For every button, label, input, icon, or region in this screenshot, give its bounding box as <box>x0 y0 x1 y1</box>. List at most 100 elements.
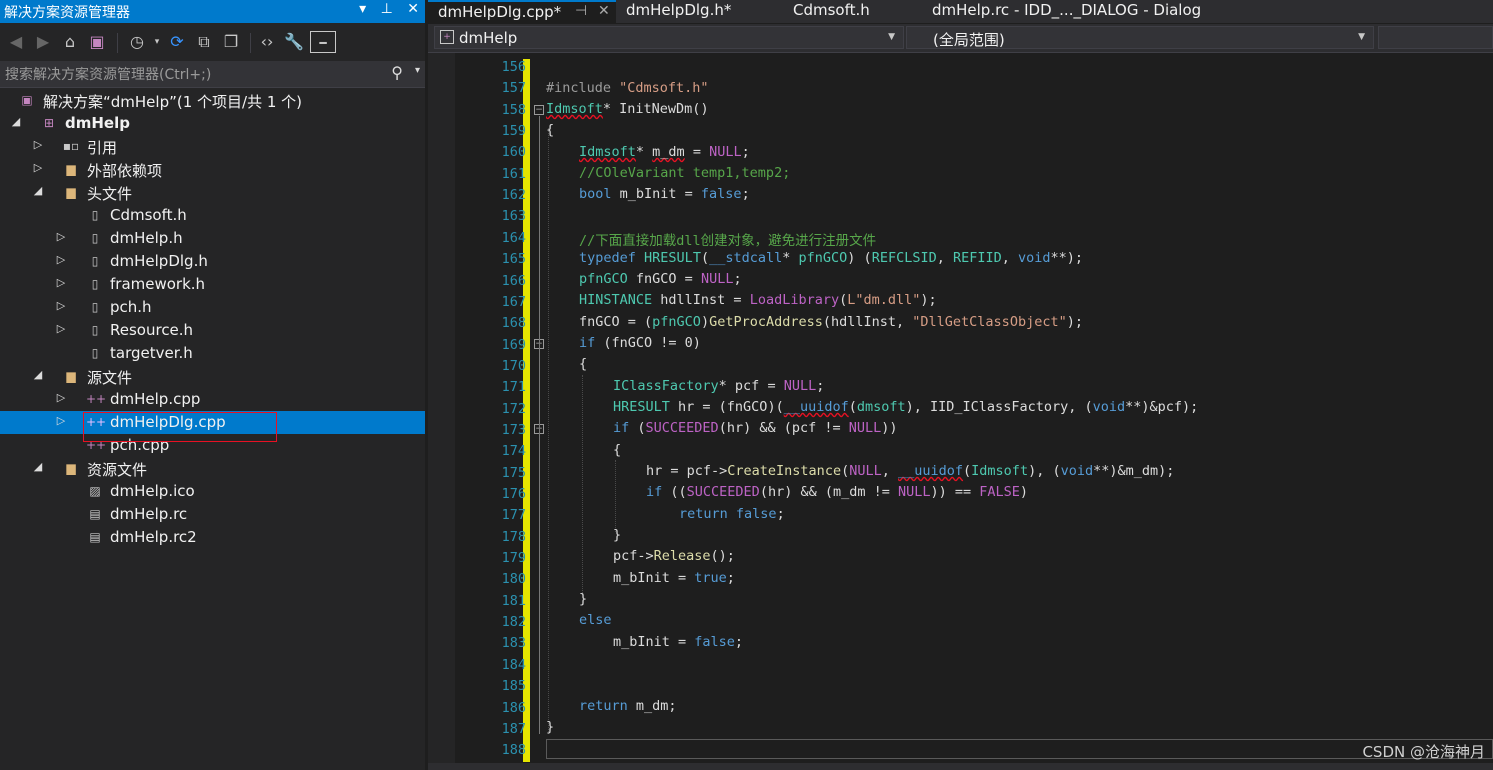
line-number: 156 <box>501 59 526 75</box>
code-editor[interactable]: 156 157 158 159 160 161 162 163 164 165 166 167 168 1… <box>428 53 1493 763</box>
line-number: 178 <box>501 528 526 545</box>
properties-wrench-icon[interactable]: 🔧 <box>283 31 305 53</box>
tree-file-item[interactable]: ▷ ▯ Resource.h <box>0 319 425 342</box>
header-file-icon: ▯ <box>91 208 99 222</box>
code-line: HINSTANCE hdllInst = LoadLibrary(L"dm.dl… <box>579 292 937 308</box>
resource-file-icon: ▤ <box>89 530 101 544</box>
folder-icon: ▆ <box>66 369 76 383</box>
home-icon[interactable]: ⌂ <box>59 31 81 53</box>
pending-changes-filter-icon[interactable]: ◷ <box>126 31 148 53</box>
tree-file-item[interactable]: ▨ dmHelp.ico <box>0 480 425 503</box>
line-number: 162 <box>501 187 526 204</box>
line-number: 160 <box>501 144 526 161</box>
solution-search-box[interactable]: 搜索解决方案资源管理器(Ctrl+;) ⚲ ▾ <box>0 61 425 88</box>
collapsed-arrow-icon[interactable]: ▷ <box>55 322 67 335</box>
tree-file-item[interactable]: ▤ dmHelp.rc2 <box>0 526 425 549</box>
close-icon[interactable]: ✕ <box>598 3 610 19</box>
tab-dmhelpdlg-h[interactable]: dmHelpDlg.h* <box>616 0 776 23</box>
pin-icon[interactable]: ⊥ <box>381 1 393 17</box>
tab-cdmsoft-h[interactable]: Cdmsoft.h <box>783 0 913 23</box>
collapsed-arrow-icon[interactable]: ▷ <box>55 391 67 404</box>
code-line: HRESULT hr = (fnGCO)(__uuidof(dmsoft), I… <box>613 399 1199 415</box>
tree-file-item[interactable]: ▯ targetver.h <box>0 342 425 365</box>
current-line-highlight <box>546 739 1493 759</box>
line-number: 169 <box>501 336 526 353</box>
search-input[interactable]: 搜索解决方案资源管理器(Ctrl+;) <box>5 64 211 84</box>
code-line: m_bInit = true; <box>613 570 735 586</box>
forward-icon[interactable]: ▶ <box>32 31 54 53</box>
tree-file-item[interactable]: ▷ ▯ pch.h <box>0 296 425 319</box>
line-number: 187 <box>501 720 526 737</box>
collapsed-arrow-icon[interactable]: ▷ <box>55 414 67 427</box>
project-icon: ⊞ <box>43 116 55 130</box>
tree-file-item[interactable]: ▷ ▯ framework.h <box>0 273 425 296</box>
close-icon[interactable]: ✕ <box>407 1 419 17</box>
expanded-arrow-icon[interactable]: ◢ <box>32 184 44 197</box>
expanded-arrow-icon[interactable]: ◢ <box>32 460 44 473</box>
switch-views-icon[interactable]: ▣ <box>86 31 108 53</box>
project-dropdown[interactable]: + dmHelp ▼ <box>434 26 904 49</box>
collapsed-arrow-icon[interactable]: ▷ <box>55 299 67 312</box>
header-file-icon: ▯ <box>91 231 99 245</box>
back-icon[interactable]: ◀ <box>5 31 27 53</box>
tree-file-item[interactable]: ▷ ▯ dmHelpDlg.h <box>0 250 425 273</box>
pin-icon[interactable]: ⊣ <box>575 3 587 19</box>
resource-file-icon: ▤ <box>89 507 101 521</box>
tab-dmhelp-rc-dialog[interactable]: dmHelp.rc - IDD_..._DIALOG - Dialog <box>922 0 1222 23</box>
expanded-arrow-icon[interactable]: ◢ <box>10 115 22 128</box>
collapse-icon[interactable]: − <box>534 105 544 115</box>
tree-external-deps-node[interactable]: ▷ ▆ 外部依赖项 <box>0 158 425 181</box>
document-tabs: dmHelpDlg.cpp* ⊣ ✕ dmHelpDlg.h* Cdmsoft.… <box>428 0 1493 23</box>
tree-file-item[interactable]: ▷ ▯ dmHelp.h <box>0 227 425 250</box>
chevron-down-icon: ▼ <box>1358 32 1365 42</box>
tree-solution-node[interactable]: ▣ 解决方案“dmHelp”(1 个项目/共 1 个) <box>0 89 425 112</box>
tree-references-node[interactable]: ▷ ▪▫ 引用 <box>0 135 425 158</box>
line-number: 183 <box>501 635 526 652</box>
chevron-down-icon[interactable]: ▾ <box>146 31 168 53</box>
tree-file-item[interactable]: ▷ ++ dmHelp.cpp <box>0 388 425 411</box>
solution-explorer-panel: 解决方案资源管理器 ▾ ⊥ ✕ ◀ ▶ ⌂ ▣ ◷ ▾ ⟳ ⧉ ❐ ‹› 🔧 ━… <box>0 0 425 770</box>
panel-title: 解决方案资源管理器 <box>4 5 130 21</box>
dropdown-icon[interactable]: ▾ <box>359 1 366 17</box>
preview-selected-icon[interactable]: ━ <box>310 31 336 53</box>
search-icon[interactable]: ⚲ <box>391 63 403 82</box>
code-line: Idmsoft* m_dm = NULL; <box>579 144 750 160</box>
line-number: 163 <box>501 208 526 225</box>
tree-file-item[interactable]: ▯ Cdmsoft.h <box>0 204 425 227</box>
editor-margin <box>428 53 455 763</box>
collapsed-arrow-icon[interactable]: ▷ <box>55 230 67 243</box>
sync-icon[interactable]: ⟳ <box>166 31 188 53</box>
folder-icon: ▆ <box>66 162 76 176</box>
line-number: 182 <box>501 614 526 631</box>
navigation-bar: + dmHelp ▼ (全局范围) ▼ <box>428 24 1493 53</box>
tab-dmhelpdlg-cpp[interactable]: dmHelpDlg.cpp* ⊣ ✕ <box>428 0 616 23</box>
code-line: { <box>613 442 622 458</box>
line-number: 170 <box>501 357 526 374</box>
tree-headers-folder[interactable]: ◢ ▆ 头文件 <box>0 181 425 204</box>
expanded-arrow-icon[interactable]: ◢ <box>32 368 44 381</box>
line-number: 166 <box>501 272 526 289</box>
tree-file-item[interactable]: ▤ dmHelp.rc <box>0 503 425 526</box>
search-options-chevron-icon[interactable]: ▾ <box>415 65 420 76</box>
collapsed-arrow-icon[interactable]: ▷ <box>32 161 44 174</box>
line-number: 177 <box>501 507 526 524</box>
tree-resources-folder[interactable]: ◢ ▆ 资源文件 <box>0 457 425 480</box>
view-code-icon[interactable]: ‹› <box>256 31 278 53</box>
collapsed-arrow-icon[interactable]: ▷ <box>55 276 67 289</box>
tree-project-node[interactable]: ◢ ⊞ dmHelp <box>0 112 425 135</box>
solution-icon: ▣ <box>21 93 33 107</box>
code-line: } <box>613 527 622 543</box>
collapse-all-icon[interactable]: ⧉ <box>193 31 215 53</box>
line-number: 157 <box>501 80 526 97</box>
show-all-files-icon[interactable]: ❐ <box>220 31 242 53</box>
code-line: if (SUCCEEDED(hr) && (pcf != NULL)) <box>613 420 898 436</box>
header-file-icon: ▯ <box>91 277 99 291</box>
member-dropdown[interactable] <box>1378 26 1493 49</box>
code-line: typedef HRESULT(__stdcall* pfnGCO) (REFC… <box>579 250 1084 266</box>
scope-dropdown[interactable]: (全局范围) ▼ <box>906 26 1374 49</box>
code-line: pcf->Release(); <box>613 548 735 564</box>
collapsed-arrow-icon[interactable]: ▷ <box>32 138 44 151</box>
tree-sources-folder[interactable]: ◢ ▆ 源文件 <box>0 365 425 388</box>
collapsed-arrow-icon[interactable]: ▷ <box>55 253 67 266</box>
code-line: m_bInit = false; <box>613 634 744 650</box>
